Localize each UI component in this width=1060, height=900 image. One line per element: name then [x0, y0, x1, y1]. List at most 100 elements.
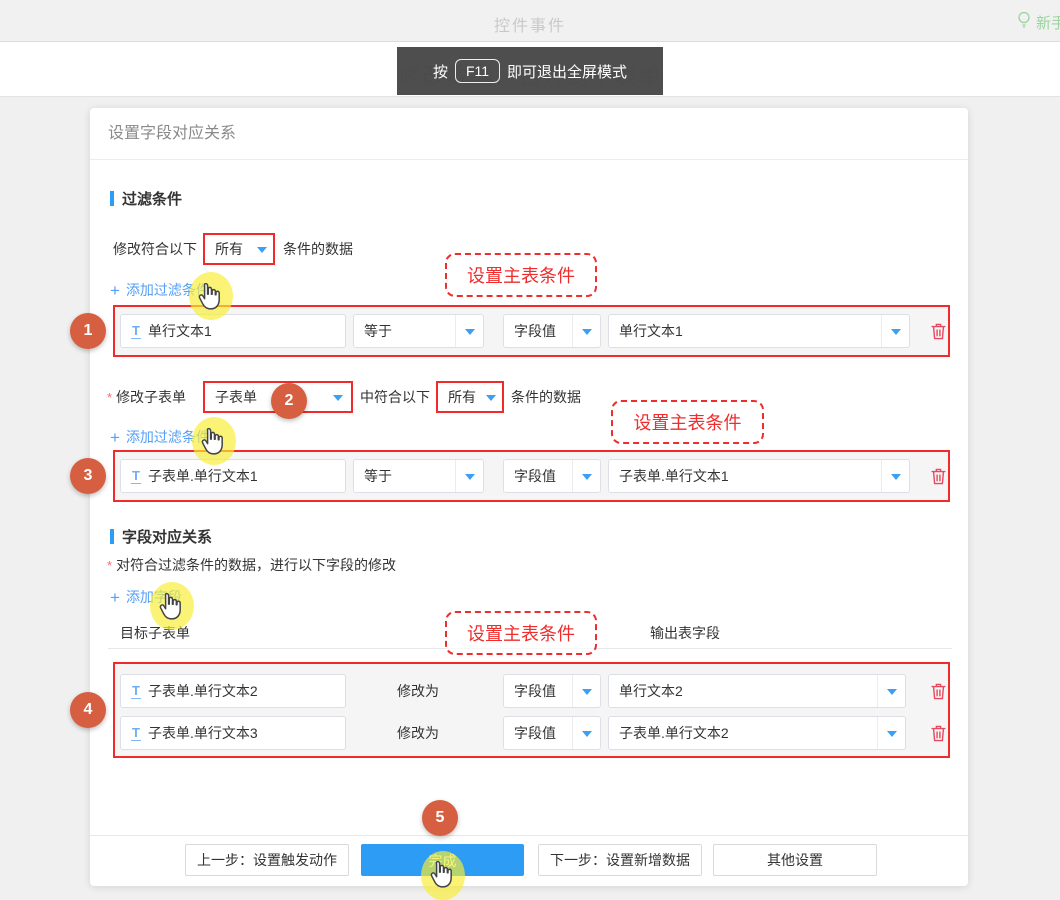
mapping-value-value: 单行文本2 — [609, 681, 877, 701]
mapping-field-value: 子表单.单行文本2 — [148, 681, 258, 701]
subfilter-operator-value: 等于 — [354, 466, 455, 486]
mapping-valuetype-value: 字段值 — [504, 681, 572, 701]
text-field-icon: T — [131, 684, 141, 699]
caret-down-icon — [455, 460, 483, 492]
callout-main-table-condition-2: 设置主表条件 — [611, 400, 764, 444]
tooltip-suffix: 即可退出全屏模式 — [507, 61, 627, 82]
mapping-valuetype-value: 字段值 — [504, 723, 572, 743]
mapping-field-value: 子表单.单行文本3 — [148, 723, 258, 743]
subfilter-operator-select[interactable]: 等于 — [353, 459, 484, 493]
mapping-field-select[interactable]: T 子表单.单行文本3 — [120, 716, 346, 750]
mapping-field-select[interactable]: T 子表单.单行文本2 — [120, 674, 346, 708]
step-badge-2: 2 — [271, 383, 307, 419]
subform-condition-suffix: 条件的数据 — [511, 381, 581, 413]
filter-section-label: 过滤条件 — [122, 188, 182, 209]
caret-down-icon — [881, 315, 909, 347]
plus-icon: + — [110, 589, 120, 606]
mapping-desc-text: 对符合过滤条件的数据，进行以下字段的修改 — [116, 557, 396, 573]
subfilter-valuetype-value: 字段值 — [504, 466, 572, 486]
subfilter-field-value: 子表单.单行文本1 — [148, 466, 258, 486]
subfilter-value-select[interactable]: 子表单.单行文本1 — [608, 459, 910, 493]
hand-cursor-icon — [428, 859, 454, 889]
subform-label-text: 修改子表单 — [116, 389, 186, 405]
text-field-icon: T — [131, 324, 141, 339]
match-mode-annotation-box: 所有 — [203, 233, 275, 265]
caret-down-icon — [877, 675, 905, 707]
required-mark: * — [107, 558, 112, 573]
delete-subfilter-button[interactable] — [927, 464, 949, 488]
mapping-valuetype-select[interactable]: 字段值 — [503, 674, 601, 708]
mapping-value-select[interactable]: 单行文本2 — [608, 674, 906, 708]
caret-down-icon — [455, 315, 483, 347]
other-settings-button[interactable]: 其他设置 — [713, 844, 877, 876]
callout-main-table-condition-3: 设置主表条件 — [445, 611, 597, 655]
lightbulb-icon — [1016, 11, 1032, 33]
trash-icon — [930, 322, 947, 341]
section-marker — [110, 191, 114, 206]
newbie-help-link[interactable]: 新手 — [1016, 11, 1060, 33]
subfilter-field-select[interactable]: T 子表单.单行文本1 — [120, 459, 346, 493]
step-badge-4: 4 — [70, 692, 106, 728]
next-step-button[interactable]: 下一步：设置新增数据 — [538, 844, 702, 876]
modify-to-label: 修改为 — [397, 674, 439, 708]
delete-mapping-button[interactable] — [927, 679, 949, 703]
newbie-help-label: 新手 — [1036, 12, 1060, 33]
step-badge-5: 5 — [422, 800, 458, 836]
callout-main-table-condition-1: 设置主表条件 — [445, 253, 597, 297]
section-marker — [110, 529, 114, 544]
mapping-description: * 对符合过滤条件的数据，进行以下字段的修改 — [107, 548, 396, 583]
main-condition-suffix: 条件的数据 — [283, 233, 353, 265]
filter-operator-select[interactable]: 等于 — [353, 314, 484, 348]
subform-condition-middle: 中符合以下 — [360, 381, 430, 413]
step-badge-3: 3 — [70, 458, 106, 494]
hand-cursor-icon — [199, 426, 225, 456]
mapping-valuetype-select[interactable]: 字段值 — [503, 716, 601, 750]
caret-down-icon — [480, 383, 502, 411]
mapping-value-value: 子表单.单行文本2 — [609, 723, 877, 743]
required-mark: * — [107, 390, 112, 405]
modify-to-label: 修改为 — [397, 716, 439, 750]
dialog-title: 设置字段对应关系 — [90, 108, 968, 160]
mapping-section-label: 字段对应关系 — [122, 526, 212, 547]
trash-icon — [930, 682, 947, 701]
subform-match-select[interactable]: 所有 — [438, 383, 502, 411]
caret-down-icon — [572, 675, 600, 707]
trash-icon — [930, 724, 947, 743]
caret-down-icon — [877, 717, 905, 749]
filter-section-heading: 过滤条件 — [110, 188, 182, 209]
dialog-footer: 上一步：设置触发动作 完成 下一步：设置新增数据 其他设置 — [90, 835, 968, 886]
subfilter-value-value: 子表单.单行文本1 — [609, 466, 881, 486]
hand-cursor-icon — [157, 591, 183, 621]
plus-icon: + — [110, 429, 120, 446]
prev-step-button[interactable]: 上一步：设置触发动作 — [185, 844, 349, 876]
top-app-bar: 控件事件 新手 — [0, 0, 1060, 42]
caret-down-icon — [325, 383, 351, 411]
mapping-value-select[interactable]: 子表单.单行文本2 — [608, 716, 906, 750]
filter-field-select[interactable]: T 单行文本1 — [120, 314, 346, 348]
app-bar-title: 控件事件 — [0, 12, 1060, 36]
delete-filter-button[interactable] — [927, 319, 949, 343]
tooltip-prefix: 按 — [433, 61, 448, 82]
filter-value-select[interactable]: 单行文本1 — [608, 314, 910, 348]
step-badge-1: 1 — [70, 313, 106, 349]
f11-key-badge: F11 — [455, 59, 500, 83]
fullscreen-exit-tooltip: 按 F11 即可退出全屏模式 — [397, 47, 663, 95]
filter-valuetype-value: 字段值 — [504, 321, 572, 341]
field-mapping-dialog: 设置字段对应关系 过滤条件 修改符合以下 所有 条件的数据 + 添加过滤条件 T… — [90, 108, 968, 886]
hand-cursor-icon — [196, 281, 222, 311]
text-field-icon: T — [131, 469, 141, 484]
subform-match-annotation-box: 所有 — [436, 381, 504, 413]
caret-down-icon — [251, 235, 273, 263]
delete-mapping-button[interactable] — [927, 721, 949, 745]
filter-row-annotation-box-2: T 子表单.单行文本1 等于 字段值 子表单.单行文本1 — [113, 450, 950, 502]
filter-value-value: 单行文本1 — [609, 321, 881, 341]
trash-icon — [930, 467, 947, 486]
subform-match-value: 所有 — [438, 387, 480, 407]
match-mode-select[interactable]: 所有 — [205, 235, 273, 263]
subfilter-valuetype-select[interactable]: 字段值 — [503, 459, 601, 493]
filter-row-annotation-box-1: T 单行文本1 等于 字段值 单行文本1 — [113, 305, 950, 357]
mapping-rows-annotation-box: T 子表单.单行文本2 修改为 字段值 单行文本2 T 子表单.单行文本3 修改… — [113, 662, 950, 758]
match-mode-value: 所有 — [205, 239, 251, 259]
filter-valuetype-select[interactable]: 字段值 — [503, 314, 601, 348]
subform-select-value: 子表单 — [205, 387, 325, 407]
